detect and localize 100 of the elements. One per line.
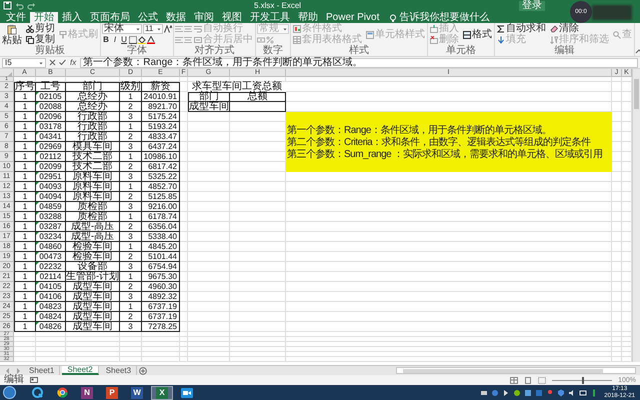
window-title: 5.xlsx - Excel [254, 2, 302, 10]
table-cell: 04105 [36, 282, 66, 292]
empty-cell [188, 132, 230, 142]
table-cell: 2 [120, 192, 142, 202]
empty-cell [612, 322, 622, 332]
zoom-slider-thumb[interactable] [582, 376, 584, 384]
table-cell: 02099 [36, 162, 66, 172]
taskbar-button[interactable]: X [151, 386, 173, 400]
scrollbar-thumb[interactable] [403, 368, 603, 372]
table-cell: 检验车间 [66, 252, 120, 262]
borders-icon[interactable] [129, 36, 137, 44]
empty-cell [612, 102, 622, 112]
horizontal-scrollbar[interactable] [396, 367, 636, 374]
table-cell: 04094 [36, 192, 66, 202]
eraser-icon [550, 25, 558, 33]
table-cell: 原料车间 [66, 192, 120, 202]
sheet-tab[interactable]: Sheet2 [62, 366, 99, 375]
table-cell: 1 [120, 212, 142, 222]
empty-cell [188, 172, 230, 182]
font-style-button[interactable]: B [102, 36, 110, 44]
ribbon-tab[interactable]: 审阅 [190, 12, 218, 23]
format-cells-icon [463, 30, 471, 38]
table-cell: 6437.24 [142, 142, 180, 152]
vertical-scrollbar[interactable] [632, 69, 640, 362]
paste-button[interactable]: 粘贴 [1, 23, 23, 46]
tell-me-search[interactable]: 告诉我你想要做什么 [389, 12, 490, 23]
name-box[interactable]: I5 [2, 58, 46, 68]
formula-input[interactable]: 第一个参数：Range：条件区域，用于条件判断的单元格区域。 [80, 58, 638, 68]
empty-cell [188, 262, 230, 272]
taskbar-button[interactable]: W [126, 386, 148, 400]
ribbon-tab[interactable]: 数据 [162, 12, 190, 23]
table-cell: 行政部 [66, 122, 120, 132]
normal-view-icon[interactable] [510, 376, 518, 384]
table-cell: 3 [120, 112, 142, 122]
copy-icon [26, 36, 34, 44]
cut-button[interactable]: 剪切 [25, 24, 56, 34]
table-cell: 04826 [36, 322, 66, 332]
undo-icon[interactable] [15, 1, 24, 10]
start-button[interactable] [3, 386, 16, 399]
wrap-text-icon [194, 25, 202, 33]
fill-color-icon[interactable] [138, 36, 146, 44]
ribbon-tab[interactable]: Power Pivot [322, 12, 384, 23]
table-cell: 04093 [36, 182, 66, 192]
copy-button[interactable]: 复制 [25, 34, 56, 46]
empty-cell [612, 212, 622, 222]
empty-cell [230, 322, 286, 332]
ribbon-tab[interactable]: 开发工具 [246, 12, 294, 23]
table-cell: 8921.70 [142, 102, 180, 112]
table-cell: 1 [14, 122, 36, 132]
empty-cell [188, 322, 230, 332]
ribbon-tab[interactable]: 帮助 [294, 12, 322, 23]
table-cell: 1 [120, 272, 142, 282]
ribbon-tab[interactable]: 插入 [58, 12, 86, 23]
note-text: 第三个参数：Sum_range ：实际求和区域，需要求和的单元格、区域或引用 [287, 148, 604, 160]
recording-panel [592, 4, 632, 20]
font-style-button[interactable]: U [120, 36, 128, 44]
autosum-button[interactable]: 自动求和 [496, 24, 547, 34]
increase-font-icon[interactable] [164, 25, 172, 33]
table-cell: 检验车间 [66, 242, 120, 252]
font-size-field[interactable]: 11 [143, 24, 163, 34]
taskbar-button[interactable]: N [76, 386, 98, 400]
page-break-icon[interactable] [538, 376, 546, 384]
table-cell: 总经办 [66, 102, 120, 112]
table-cell: 1 [14, 142, 36, 152]
empty-cell [612, 282, 622, 292]
empty-cell [612, 192, 622, 202]
table-cell: 03287 [36, 222, 66, 232]
clear-button[interactable]: 清除 [549, 24, 610, 34]
format-button[interactable]: 格式 [462, 29, 493, 40]
table-cell: 6737.19 [142, 312, 180, 322]
ribbon-tab[interactable]: 开始 [30, 12, 58, 23]
taskbar-button[interactable]: P [101, 386, 123, 400]
cancel-icon[interactable] [49, 59, 56, 66]
table-cell: 1 [14, 322, 36, 332]
table-cell: 02114 [36, 272, 66, 282]
empty-cell [612, 92, 622, 102]
ribbon-tab[interactable]: 页面布局 [86, 12, 134, 23]
ribbon-tab[interactable]: 公式 [134, 12, 162, 23]
enter-checkmark-icon[interactable] [59, 59, 66, 66]
table-cell: 1 [14, 262, 36, 272]
table-cell: 原料车间 [66, 182, 120, 192]
scrollbar-thumb[interactable] [634, 79, 639, 109]
page-layout-icon[interactable] [524, 376, 532, 384]
font-style-button[interactable]: I [111, 36, 119, 44]
note-text: 第一个参数：Range：条件区域，用于条件判断的单元格区域。 [287, 124, 552, 136]
font-color-icon[interactable] [147, 36, 155, 44]
empty-cell [612, 262, 622, 272]
table-cell: 7278.25 [142, 322, 180, 332]
table-cell: 10986.10 [142, 152, 180, 162]
table-cell: 03288 [36, 212, 66, 222]
save-icon[interactable] [3, 1, 12, 10]
redo-icon[interactable] [27, 1, 36, 10]
table-cell: 3 [120, 292, 142, 302]
add-sheet-icon[interactable] [139, 366, 148, 374]
dropdown-caret-icon [157, 27, 161, 31]
ribbon-tab[interactable]: 文件 [2, 12, 30, 23]
insert-function-button[interactable]: fx [69, 58, 78, 66]
ribbon-tab[interactable]: 视图 [218, 12, 246, 23]
macro-record-icon[interactable] [30, 376, 38, 384]
table-cell: 质检部 [66, 212, 120, 222]
